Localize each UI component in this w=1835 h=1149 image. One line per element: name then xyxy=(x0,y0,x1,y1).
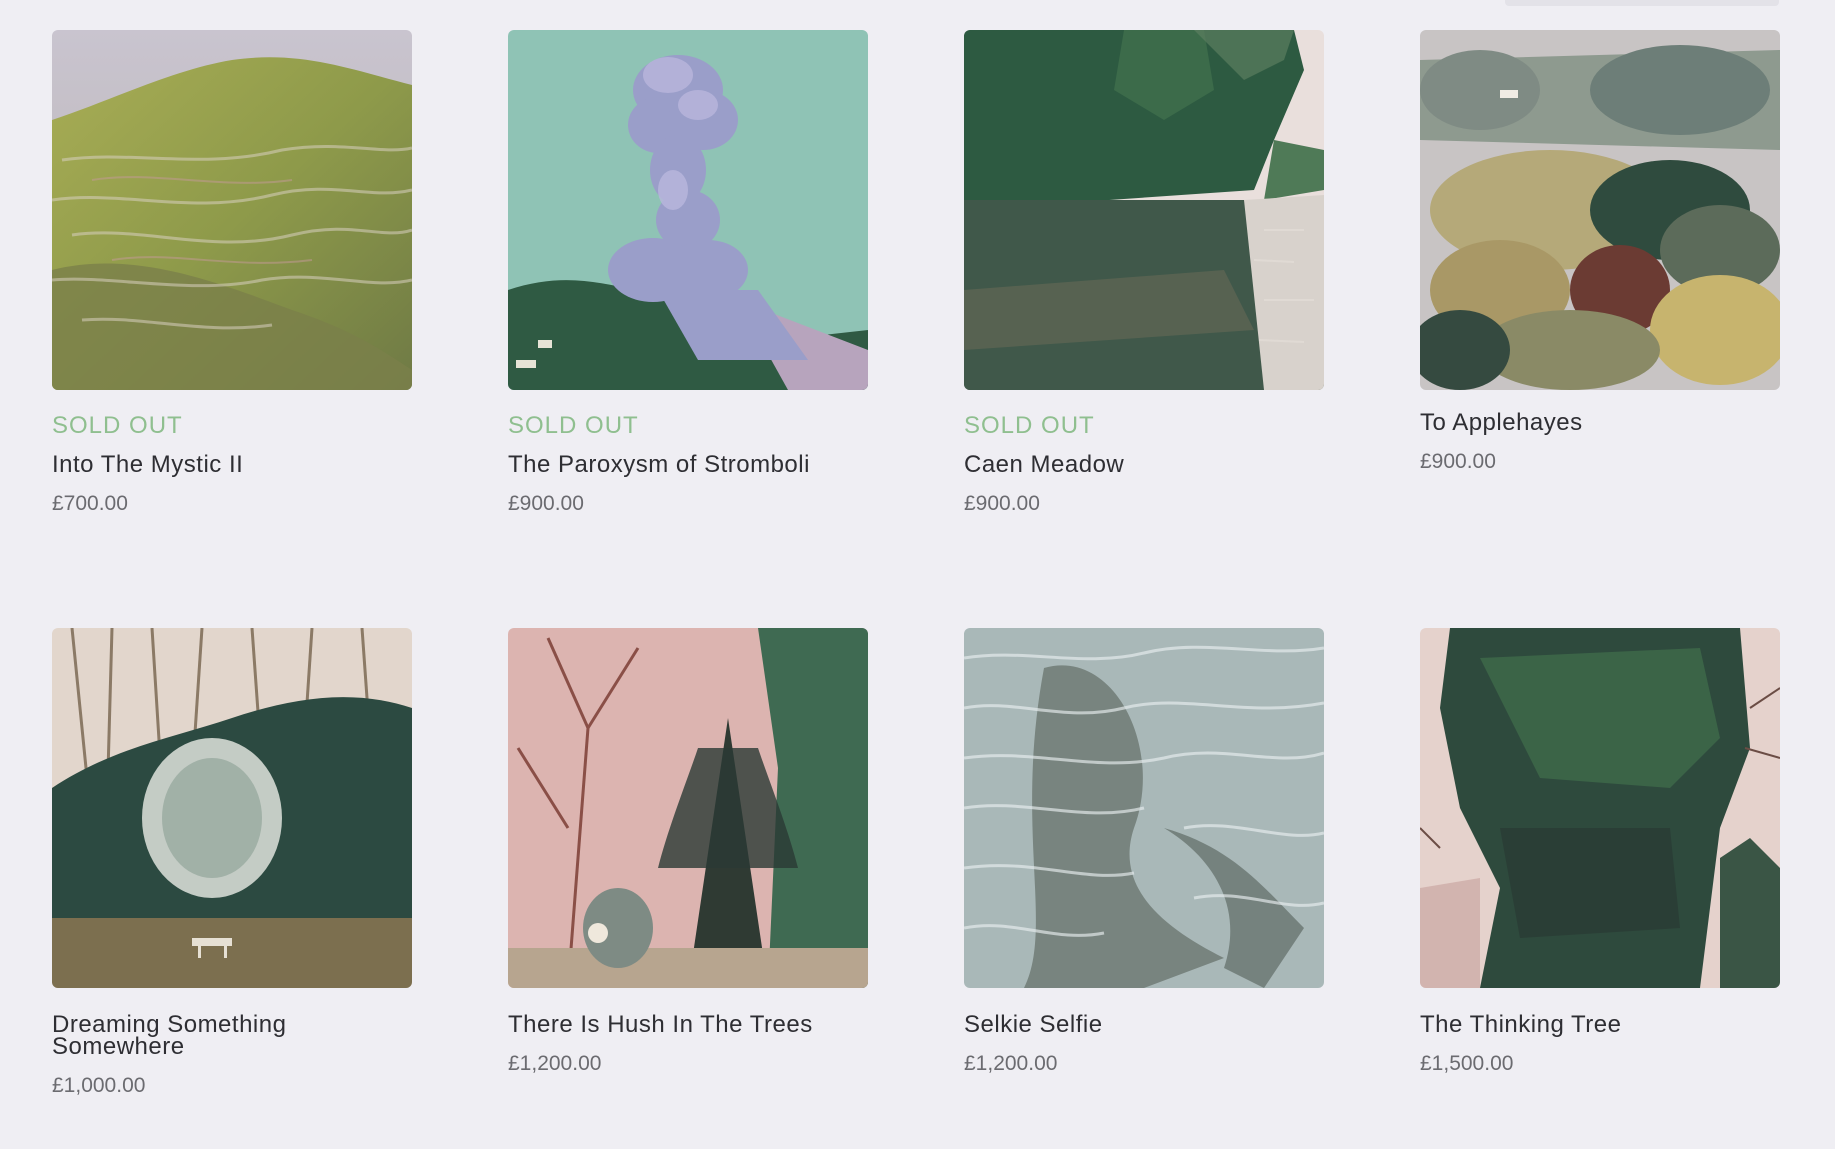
product-title[interactable]: Selkie Selfie xyxy=(964,1013,1324,1037)
product-title[interactable]: To Applehayes xyxy=(1420,411,1780,435)
product-image-to-applehayes[interactable] xyxy=(1420,30,1780,390)
product-image-caen-meadow[interactable] xyxy=(964,30,1324,390)
product-card[interactable]: Dreaming Something Somewhere £1,000.00 xyxy=(52,628,412,1148)
product-price: £900.00 xyxy=(1420,450,1496,473)
product-grid-page: SOLD OUT Into The Mystic II £700.00 SOLD… xyxy=(0,0,1835,1149)
sold-out-badge: SOLD OUT xyxy=(508,412,639,439)
product-card[interactable]: To Applehayes £900.00 xyxy=(1420,30,1780,628)
sold-out-badge: SOLD OUT xyxy=(52,412,183,439)
product-image-into-the-mystic[interactable] xyxy=(52,30,412,390)
product-price: £700.00 xyxy=(52,492,128,515)
product-card[interactable]: Selkie Selfie £1,200.00 xyxy=(964,628,1324,1148)
product-title[interactable]: The Thinking Tree xyxy=(1420,1013,1780,1037)
product-title[interactable]: Into The Mystic II xyxy=(52,453,412,477)
product-card[interactable]: There Is Hush In The Trees £1,200.00 xyxy=(508,628,868,1148)
product-price: £1,500.00 xyxy=(1420,1052,1514,1075)
product-price: £900.00 xyxy=(964,492,1040,515)
product-price: £1,000.00 xyxy=(52,1074,146,1097)
product-image-selkie-selfie[interactable] xyxy=(964,628,1324,988)
product-card[interactable]: SOLD OUT Caen Meadow £900.00 xyxy=(964,30,1324,628)
product-card[interactable]: The Thinking Tree £1,500.00 xyxy=(1420,628,1780,1148)
product-title[interactable]: There Is Hush In The Trees xyxy=(508,1013,868,1037)
header-fragment xyxy=(1505,0,1779,6)
product-card[interactable]: SOLD OUT Into The Mystic II £700.00 xyxy=(52,30,412,628)
product-grid: SOLD OUT Into The Mystic II £700.00 SOLD… xyxy=(52,30,1780,1148)
product-title[interactable]: Caen Meadow xyxy=(964,453,1324,477)
product-price: £900.00 xyxy=(508,492,584,515)
product-price: £1,200.00 xyxy=(964,1052,1058,1075)
product-price: £1,200.00 xyxy=(508,1052,602,1075)
product-image-dreaming-something-somewhere[interactable] xyxy=(52,628,412,988)
product-image-the-thinking-tree[interactable] xyxy=(1420,628,1780,988)
product-title[interactable]: The Paroxysm of Stromboli xyxy=(508,453,868,477)
product-image-there-is-hush-in-the-trees[interactable] xyxy=(508,628,868,988)
product-card[interactable]: SOLD OUT The Paroxysm of Stromboli £900.… xyxy=(508,30,868,628)
product-image-paroxysm-of-stromboli[interactable] xyxy=(508,30,868,390)
product-title[interactable]: Dreaming Something Somewhere xyxy=(52,1013,352,1059)
sold-out-badge: SOLD OUT xyxy=(964,412,1095,439)
